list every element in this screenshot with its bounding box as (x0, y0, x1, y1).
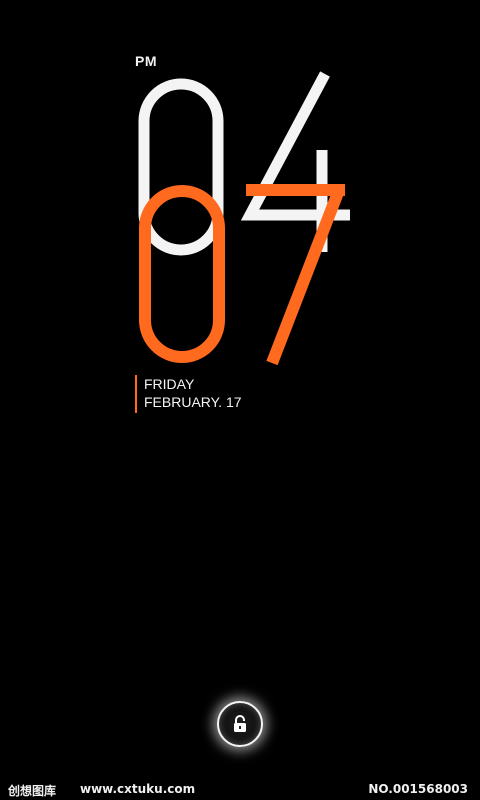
clock: PM 04 07 (0, 0, 480, 420)
watermark-brand: 创想图库 (8, 784, 57, 798)
date-label: FEBRUARY. 17 (144, 394, 242, 410)
lock-open-icon (234, 715, 246, 732)
minute-digit-0 (139, 185, 225, 363)
watermark-url: www.cxtuku.com (80, 782, 196, 796)
watermark-bar: 创想图库 www.cxtuku.com NO.001568003 (0, 780, 480, 800)
day-label: FRIDAY (144, 376, 195, 392)
unlock-button[interactable] (217, 701, 263, 747)
time-digits (138, 71, 350, 366)
watermark-number: NO.001568003 (368, 782, 468, 796)
date-block: FRIDAY FEBRUARY. 17 (135, 375, 242, 413)
hour-digit-0 (138, 78, 224, 256)
hour-digit-4 (240, 71, 350, 252)
